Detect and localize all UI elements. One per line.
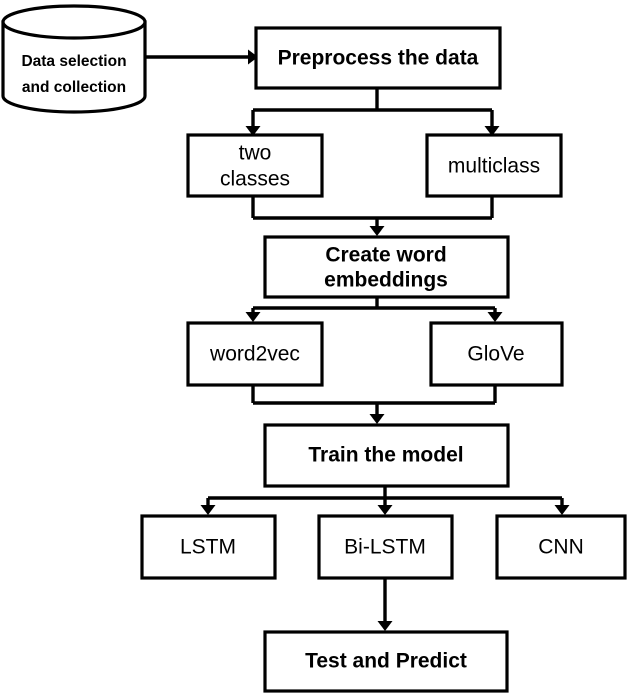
node-data-selection[interactable]: Data selection and collection bbox=[1, 4, 147, 114]
node-test-predict[interactable]: Test and Predict bbox=[263, 630, 509, 693]
node-create-embeddings-line1: Create word bbox=[325, 244, 446, 267]
node-word2vec[interactable]: word2vec bbox=[186, 321, 324, 387]
node-glove[interactable]: GloVe bbox=[429, 321, 564, 387]
node-preprocess[interactable]: Preprocess the data bbox=[254, 26, 502, 90]
node-data-selection-line1: Data selection bbox=[21, 53, 126, 70]
node-multiclass-label: multiclass bbox=[448, 155, 540, 178]
node-preprocess-label: Preprocess the data bbox=[278, 47, 479, 70]
node-create-embeddings-line2: embeddings bbox=[324, 269, 448, 292]
flowchart-diagram: Data selection and collection Preprocess… bbox=[0, 0, 633, 694]
node-two-classes[interactable]: two classes bbox=[186, 133, 324, 198]
node-data-selection-line2: and collection bbox=[22, 79, 126, 96]
node-glove-label: GloVe bbox=[467, 343, 524, 366]
node-word2vec-label: word2vec bbox=[209, 343, 300, 366]
flowchart-canvas: Data selection and collection Preprocess… bbox=[1, 4, 627, 693]
edge-preprocess-fork bbox=[245, 88, 500, 136]
node-lstm[interactable]: LSTM bbox=[140, 514, 277, 580]
node-cnn[interactable]: CNN bbox=[495, 514, 627, 580]
node-lstm-label: LSTM bbox=[180, 536, 236, 559]
node-test-predict-label: Test and Predict bbox=[305, 650, 467, 673]
node-cnn-label: CNN bbox=[538, 536, 584, 559]
node-two-classes-line1: two bbox=[239, 142, 272, 165]
node-bilstm-label: Bi-LSTM bbox=[344, 536, 426, 559]
node-two-classes-line2: classes bbox=[220, 168, 290, 191]
node-create-embeddings[interactable]: Create word embeddings bbox=[263, 235, 510, 299]
edge-embeddings-fork bbox=[245, 297, 503, 322]
edge-embedding-models-merge-to-train bbox=[251, 385, 497, 424]
edge-classes-merge-to-embeddings bbox=[251, 196, 494, 236]
edge-train-fork bbox=[200, 486, 570, 515]
edge-bilstm-to-test-predict bbox=[377, 578, 393, 631]
node-train-model-label: Train the model bbox=[308, 444, 463, 467]
edge-data-selection-to-preprocess bbox=[143, 49, 258, 65]
node-train-model[interactable]: Train the model bbox=[263, 423, 510, 488]
node-multiclass[interactable]: multiclass bbox=[425, 133, 563, 198]
node-bilstm[interactable]: Bi-LSTM bbox=[317, 514, 454, 580]
